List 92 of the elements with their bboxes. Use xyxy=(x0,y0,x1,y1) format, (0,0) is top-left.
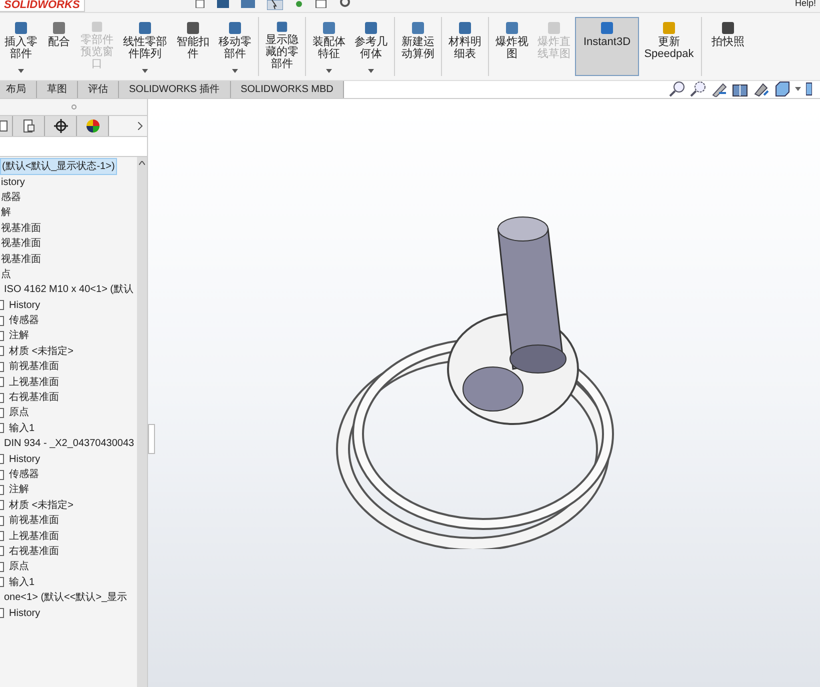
command-icon xyxy=(599,20,615,36)
tree-item[interactable]: (默认<默认_显示状态-1>) xyxy=(0,158,117,176)
dropdown-caret-icon[interactable] xyxy=(368,69,374,73)
view-orientation-icon[interactable] xyxy=(753,81,769,97)
ribbon-button[interactable]: 显示隐藏的零部件 xyxy=(261,17,303,76)
tree-item[interactable]: 原点 xyxy=(8,559,30,574)
dropdown-caret-icon[interactable] xyxy=(795,87,801,91)
zoom-to-fit-icon[interactable] xyxy=(669,81,685,97)
property-manager-icon[interactable] xyxy=(22,119,34,133)
hide-show-icon[interactable] xyxy=(806,81,812,97)
tree-item[interactable]: 上视基准面 xyxy=(8,528,60,544)
command-icon xyxy=(274,20,290,34)
tree-item[interactable]: 右视基准面 xyxy=(8,390,60,406)
ribbon-button[interactable]: 爆炸视图 xyxy=(491,17,533,76)
command-icon xyxy=(546,20,562,36)
tree-item[interactable]: History xyxy=(8,606,42,621)
tree-item[interactable]: DIN 934 - _X2_04370430043 xyxy=(3,436,136,452)
crosshair-icon[interactable] xyxy=(54,119,68,133)
tree-item[interactable]: 前视基准面 xyxy=(8,359,60,374)
ribbon-button[interactable]: 线性零部件阵列 xyxy=(118,17,172,76)
tree-item[interactable]: History xyxy=(8,452,42,467)
tree-item[interactable]: 前视基准面 xyxy=(8,513,60,528)
select-arrow-icon[interactable] xyxy=(266,0,283,10)
tree-item[interactable]: 视基准面 xyxy=(0,252,42,267)
command-icon xyxy=(410,20,426,36)
tree-item[interactable]: 输入1 xyxy=(8,574,36,590)
command-icon xyxy=(185,20,201,36)
command-icon xyxy=(321,20,337,36)
tree-item[interactable]: 解 xyxy=(0,205,12,220)
command-tab[interactable]: 布局 xyxy=(0,81,37,98)
ribbon-button[interactable]: 拍快照 xyxy=(704,17,752,76)
command-icon xyxy=(457,20,473,36)
command-icon xyxy=(137,20,153,36)
tree-item[interactable]: one<1> (默认<<默认>_显示 xyxy=(3,590,128,606)
tree-item[interactable]: 输入1 xyxy=(8,420,36,436)
chevron-icon[interactable] xyxy=(138,122,143,130)
dropdown-caret-icon[interactable] xyxy=(326,69,332,73)
dropdown-caret-icon[interactable] xyxy=(18,69,24,73)
tree-item[interactable]: 上视基准面 xyxy=(8,374,60,390)
tree-item[interactable]: 注解 xyxy=(8,482,30,498)
app-logo: SOLIDWORKS xyxy=(0,0,85,12)
command-icon xyxy=(51,20,67,36)
new-document-icon[interactable] xyxy=(194,0,205,8)
ribbon-button[interactable]: Instant3D xyxy=(575,17,639,76)
ribbon-button[interactable]: 智能扣件 xyxy=(172,17,214,76)
command-icon xyxy=(89,20,105,34)
command-icon xyxy=(227,20,243,36)
zoom-area-icon[interactable] xyxy=(690,81,706,97)
command-tab[interactable]: SOLIDWORKS MBD xyxy=(230,81,344,98)
tree-item[interactable]: ISO 4162 M10 x 40<1> (默认 xyxy=(3,282,135,298)
feature-tree-icon[interactable] xyxy=(0,120,8,132)
color-wheel-icon[interactable] xyxy=(86,119,100,133)
command-icon xyxy=(720,20,736,36)
tree-item[interactable]: 注解 xyxy=(8,328,30,344)
ribbon-button[interactable]: 新建运动算例 xyxy=(397,17,439,76)
scroll-up-icon[interactable] xyxy=(139,161,146,165)
tree-item[interactable]: 材质 <未指定> xyxy=(8,344,74,359)
command-icon xyxy=(661,20,677,36)
panel-splitter-handle[interactable] xyxy=(148,424,155,454)
ribbon-button[interactable]: 插入零部件 xyxy=(0,17,42,76)
tree-item[interactable]: 视基准面 xyxy=(0,236,42,252)
command-tab[interactable]: 草图 xyxy=(37,81,78,98)
filter-field[interactable] xyxy=(0,137,147,157)
tree-item[interactable]: istory xyxy=(0,174,26,190)
save-icon[interactable] xyxy=(216,0,229,8)
tree-item[interactable]: 右视基准面 xyxy=(8,544,60,559)
tree-item[interactable]: 材质 <未指定> xyxy=(8,498,74,513)
ribbon-button[interactable]: 更新 Speedpak xyxy=(639,17,699,76)
dropdown-caret-icon[interactable] xyxy=(232,69,238,73)
tree-item[interactable]: 视基准面 xyxy=(0,220,42,236)
command-icon xyxy=(504,20,520,36)
scrollbar[interactable] xyxy=(137,157,147,687)
tree-item[interactable]: 原点 xyxy=(8,405,30,420)
ribbon-button[interactable]: 装配体特征 xyxy=(308,17,350,76)
previous-view-icon[interactable] xyxy=(711,81,727,97)
tree-item[interactable]: History xyxy=(8,298,42,313)
ribbon-button[interactable]: 配合 xyxy=(42,17,76,76)
ribbon-button[interactable]: 材料明细表 xyxy=(444,17,486,76)
command-icon xyxy=(363,20,379,36)
dropdown-caret-icon[interactable] xyxy=(142,69,148,73)
command-tab[interactable]: SOLIDWORKS 插件 xyxy=(119,81,231,98)
options-icon[interactable] xyxy=(314,0,327,8)
ribbon-button[interactable]: 移动零部件 xyxy=(214,17,256,76)
tree-item[interactable]: 感器 xyxy=(0,190,22,205)
print-icon[interactable] xyxy=(240,0,255,8)
grip-icon[interactable] xyxy=(70,104,76,110)
tree-item[interactable]: 传感器 xyxy=(8,467,40,482)
command-icon xyxy=(13,20,29,36)
tree-item[interactable]: 点 xyxy=(0,266,12,282)
ribbon-button[interactable]: 参考几何体 xyxy=(350,17,392,76)
command-tab[interactable]: 评估 xyxy=(78,81,119,98)
tree-item[interactable]: 传感器 xyxy=(8,313,40,328)
